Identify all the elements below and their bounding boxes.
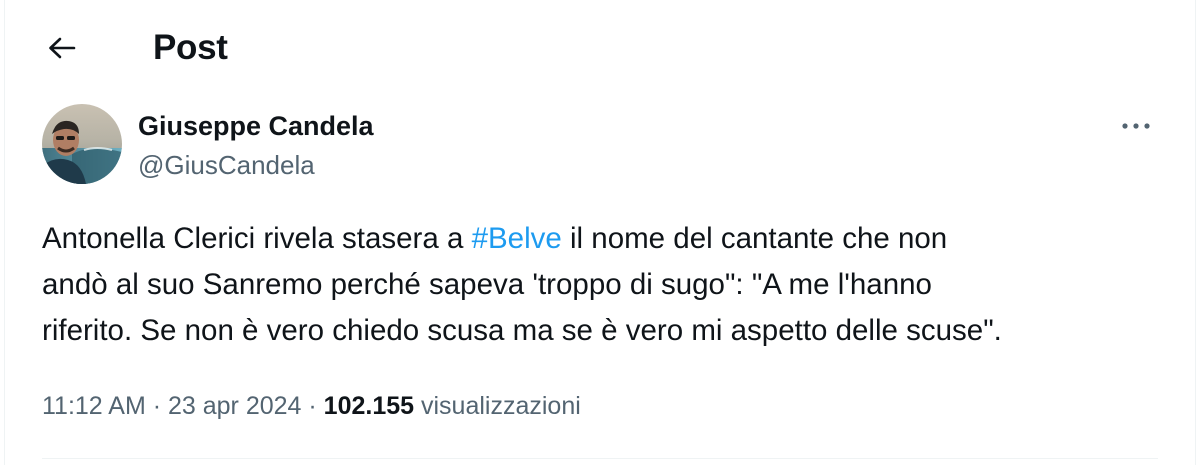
arrow-left-icon — [47, 36, 77, 60]
tweet-line-2: andò al suo Sanremo perché sapeva 'tropp… — [42, 268, 932, 301]
hashtag-link[interactable]: #Belve — [472, 222, 562, 255]
tweet-text-segment: il nome del cantante che non — [561, 222, 948, 255]
meta-separator: · — [145, 392, 168, 420]
more-options-button[interactable] — [1114, 106, 1158, 146]
post-meta: 11:12 AM · 23 apr 2024 · 102.155 visuali… — [42, 388, 581, 424]
divider — [42, 458, 1158, 459]
page-title: Post — [153, 28, 228, 67]
author-name[interactable]: Giuseppe Candela — [138, 109, 374, 143]
ellipsis-icon — [1121, 122, 1151, 130]
avatar[interactable] — [42, 104, 122, 184]
post-date[interactable]: 23 apr 2024 — [168, 392, 301, 420]
author-handle[interactable]: @GiusCandela — [138, 148, 315, 182]
back-button[interactable] — [40, 26, 84, 70]
tweet-line-3: riferito. Se non è vero chiedo scusa ma … — [42, 314, 1002, 347]
views-count: 102.155 — [323, 392, 415, 420]
post-time[interactable]: 11:12 AM — [42, 392, 146, 420]
meta-separator: · — [301, 392, 324, 420]
tweet-text-segment: Antonella Clerici rivela stasera a — [42, 222, 472, 255]
tweet-text: Antonella Clerici rivela stasera a #Belv… — [42, 216, 1162, 354]
tweet-line-1: Antonella Clerici rivela stasera a #Belv… — [42, 216, 1162, 262]
views-label: visualizzazioni — [421, 392, 581, 420]
post-header: Post — [0, 0, 1200, 96]
